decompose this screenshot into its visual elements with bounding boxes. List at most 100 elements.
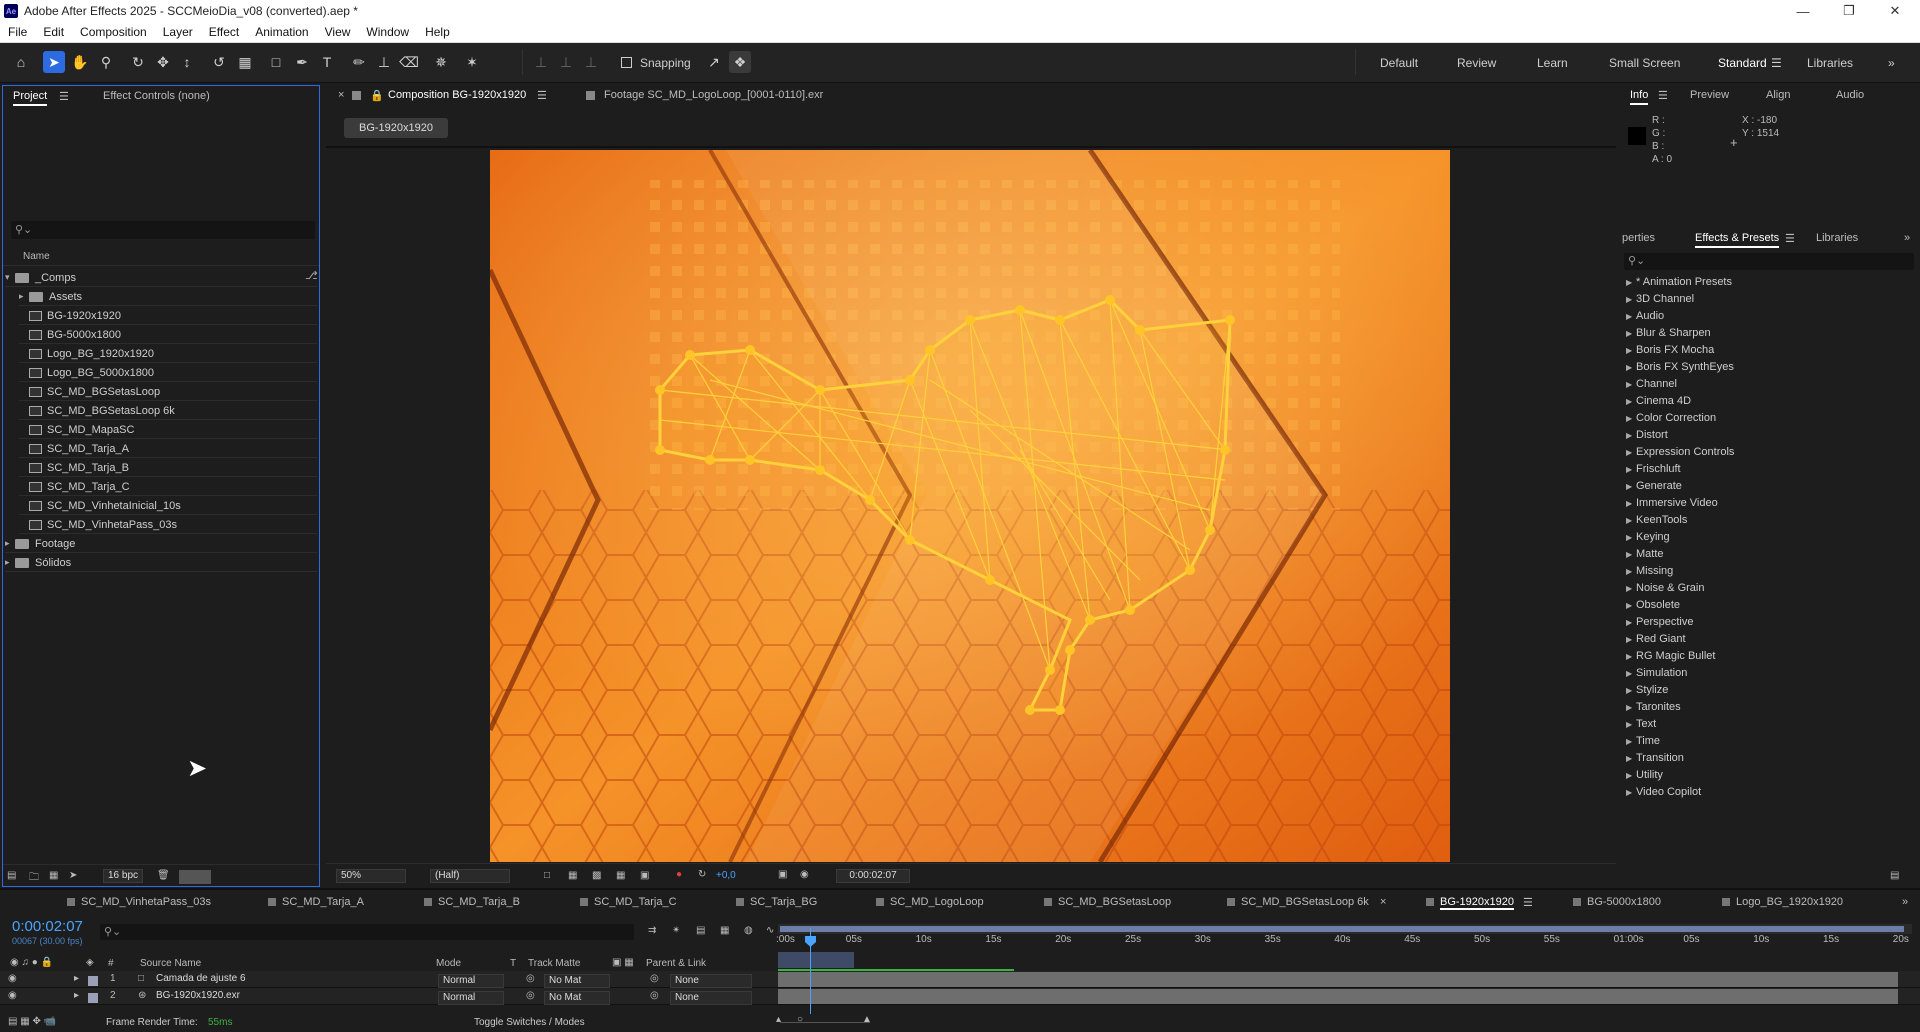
mode-dropdown[interactable]: Normal <box>438 991 504 1005</box>
pan-camera-icon[interactable]: ✥ <box>152 51 174 73</box>
axis-view-icon[interactable]: ⊥ <box>580 51 602 73</box>
dolly-camera-icon[interactable]: ↕ <box>176 51 198 73</box>
effect-category[interactable]: ▶ Noise & Grain <box>1626 582 1704 599</box>
new-comp-icon[interactable]: ▦ <box>49 870 58 881</box>
effect-category[interactable]: ▶ Boris FX Mocha <box>1626 344 1714 361</box>
expand-arrow-icon[interactable]: ▶ <box>1626 448 1636 457</box>
parent-pickwhip-icon[interactable]: ◎ <box>650 973 659 984</box>
expand-arrow-icon[interactable]: ▶ <box>1626 618 1636 627</box>
pickwhip-icon[interactable]: ◎ <box>526 973 535 984</box>
expand-arrow-icon[interactable]: ▶ <box>1626 278 1636 287</box>
new-folder-icon[interactable]: 🗀 <box>29 870 39 887</box>
layer-bar-2[interactable] <box>778 989 1898 1004</box>
effect-category[interactable]: ▶ Video Copilot <box>1626 786 1701 803</box>
effect-category[interactable]: ▶ Matte <box>1626 548 1664 565</box>
expand-arrow-icon[interactable]: ▶ <box>1626 771 1636 780</box>
expand-arrow-icon[interactable]: ▶ <box>1626 550 1636 559</box>
workspace-default[interactable]: Default <box>1380 56 1418 70</box>
zoom-out-icon[interactable]: ▴ <box>776 1014 781 1025</box>
tab-libraries[interactable]: Libraries <box>1816 232 1858 244</box>
workspace-small-screen[interactable]: Small Screen <box>1609 56 1680 70</box>
expand-arrow-icon[interactable]: ▶ <box>1626 312 1636 321</box>
expand-arrow-icon[interactable]: ▶ <box>1626 431 1636 440</box>
project-item[interactable]: BG-5000x1800 <box>19 326 317 344</box>
timeline-search-input[interactable]: ⚲⌄ <box>100 924 634 940</box>
expand-arrow-icon[interactable]: ▶ <box>1626 567 1636 576</box>
effect-category[interactable]: ▶ Channel <box>1626 378 1677 395</box>
timeline-tab[interactable]: BG-1920x1920 <box>1440 896 1514 910</box>
work-area-bar[interactable] <box>778 924 1912 934</box>
roto-brush-icon[interactable]: ✵ <box>430 51 452 73</box>
zoom-tool-icon[interactable]: ⚲ <box>95 51 117 73</box>
effect-category[interactable]: ▶ Frischluft <box>1626 463 1681 480</box>
effect-category[interactable]: ▶ Audio <box>1626 310 1664 327</box>
expand-arrow-icon[interactable]: ▶ <box>1626 465 1636 474</box>
menu-edit[interactable]: Edit <box>35 25 72 39</box>
expand-arrow-icon[interactable]: ▶ <box>1626 601 1636 610</box>
disclosure-triangle-icon[interactable]: ▸ <box>5 538 15 549</box>
grid-guides-icon[interactable]: ▦ <box>616 870 625 881</box>
effect-category[interactable]: ▶ Cinema 4D <box>1626 395 1691 412</box>
orbit-camera-icon[interactable]: ↻ <box>127 51 149 73</box>
expand-arrow-icon[interactable]: ▶ <box>1626 584 1636 593</box>
expand-arrow-icon[interactable]: ▶ <box>1626 346 1636 355</box>
viewer-timecode[interactable]: 0:00:02:07 <box>836 869 910 883</box>
effect-category[interactable]: ▶ Stylize <box>1626 684 1668 701</box>
project-menu-icon[interactable]: ☰ <box>59 90 69 103</box>
effect-category[interactable]: ▶ Keying <box>1626 531 1670 548</box>
project-item[interactable]: Logo_BG_1920x1920 <box>19 345 317 363</box>
timeline-menu-icon[interactable]: ☰ <box>1523 896 1533 909</box>
disclosure-triangle-icon[interactable]: ▸ <box>5 557 15 568</box>
timeline-tab[interactable]: SC_MD_Tarja_B <box>438 896 520 908</box>
reset-exposure-icon[interactable]: ↻ <box>698 869 706 880</box>
render-queue-icon[interactable]: ➤ <box>69 870 77 881</box>
workspace-libraries[interactable]: Libraries <box>1807 56 1853 70</box>
menu-layer[interactable]: Layer <box>155 25 201 39</box>
lock-icon[interactable]: 🔒 <box>370 89 384 102</box>
expand-workspaces-icon[interactable]: » <box>1888 56 1895 70</box>
effect-category[interactable]: ▶ Blur & Sharpen <box>1626 327 1711 344</box>
project-item[interactable]: SC_MD_Tarja_A <box>19 440 317 458</box>
close-icon[interactable]: ✕ <box>1872 0 1918 22</box>
rotate-tool-icon[interactable]: ↺ <box>208 51 230 73</box>
draft-3d-icon[interactable]: ✴ <box>672 925 680 936</box>
brush-tool-icon[interactable]: ✏ <box>348 51 370 73</box>
timeline-timecode[interactable]: 0:00:02:07 <box>12 918 83 935</box>
effect-category[interactable]: ▶ Text <box>1626 718 1656 735</box>
timeline-tab[interactable]: SC_MD_Tarja_A <box>282 896 364 908</box>
effect-category[interactable]: ▶ Boris FX SynthEyes <box>1626 361 1734 378</box>
puppet-pin-icon[interactable]: ✶ <box>461 51 483 73</box>
effect-category[interactable]: ▶ Time <box>1626 735 1660 752</box>
snapshot-icon[interactable]: ▣ <box>778 869 787 880</box>
menu-window[interactable]: Window <box>358 25 417 39</box>
project-item[interactable]: SC_MD_VinhetaPass_03s <box>19 516 317 534</box>
mode-dropdown[interactable]: Normal <box>438 974 504 988</box>
maximize-icon[interactable]: ❐ <box>1826 0 1872 22</box>
trash-icon[interactable]: 🗑 <box>157 870 170 881</box>
effect-category[interactable]: ▶ Immersive Video <box>1626 497 1718 514</box>
tab-align[interactable]: Align <box>1766 89 1790 101</box>
tab-composition[interactable]: Composition BG-1920x1920 <box>388 89 526 101</box>
project-item[interactable]: SC_MD_Tarja_B <box>19 459 317 477</box>
effects-menu-icon[interactable]: ☰ <box>1785 232 1795 245</box>
zoom-slider[interactable] <box>780 1022 870 1023</box>
tab-info[interactable]: Info <box>1630 89 1649 105</box>
layer-name[interactable]: Camada de ajuste 6 <box>156 973 246 984</box>
menu-animation[interactable]: Animation <box>247 25 316 39</box>
snap-mode-icon[interactable]: ❖ <box>729 51 751 73</box>
transparency-grid-icon[interactable]: ▦ <box>568 870 577 881</box>
timeline-tab[interactable]: SC_MD_VinhetaPass_03s <box>81 896 211 908</box>
parent-dropdown[interactable]: None <box>670 974 752 988</box>
menu-help[interactable]: Help <box>417 25 458 39</box>
project-item[interactable]: ▸ Assets <box>19 288 317 306</box>
toggle-switches-modes[interactable]: Toggle Switches / Modes <box>474 1017 585 1028</box>
resolution-dropdown[interactable]: (Half) <box>430 869 510 883</box>
workspace-learn[interactable]: Learn <box>1537 56 1568 70</box>
comp-breadcrumb[interactable]: BG-1920x1920 <box>344 118 448 138</box>
visibility-eye-icon[interactable]: ◉ <box>8 990 17 1001</box>
effect-category[interactable]: ▶ Transition <box>1626 752 1684 769</box>
parent-dropdown[interactable]: None <box>670 991 752 1005</box>
effect-category[interactable]: ▶ Color Correction <box>1626 412 1716 429</box>
clone-stamp-icon[interactable]: ⊥ <box>373 51 395 73</box>
project-item[interactable]: SC_MD_BGSetasLoop <box>19 383 317 401</box>
